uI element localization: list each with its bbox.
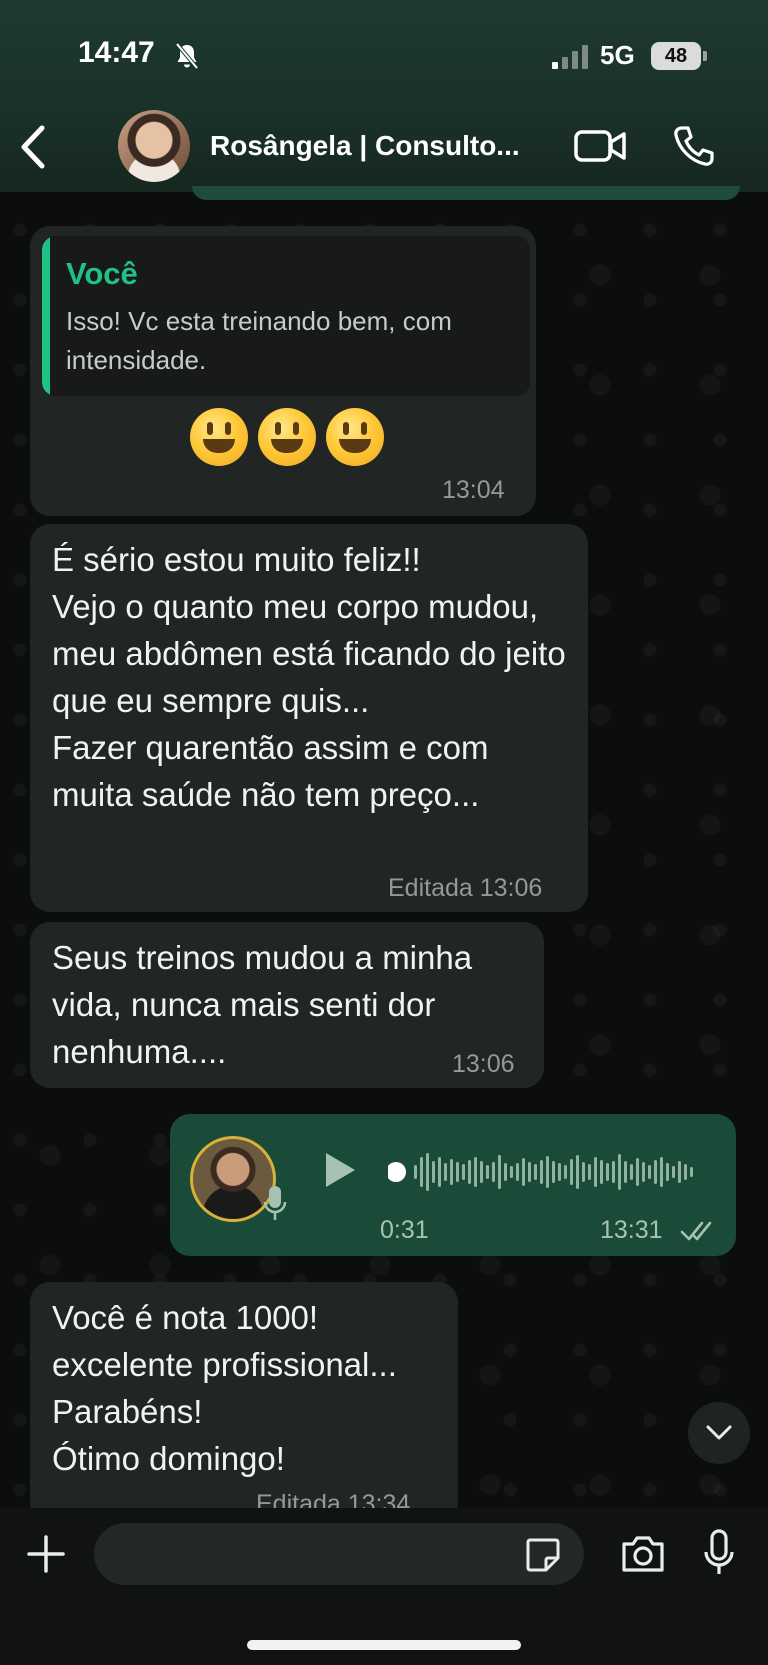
audio-waveform[interactable]	[388, 1142, 708, 1202]
waveform-bar	[462, 1164, 465, 1180]
double-check-icon	[680, 1221, 712, 1241]
waveform-bar	[552, 1161, 555, 1183]
waveform-bar	[426, 1153, 429, 1191]
message-time: 13:04	[442, 476, 505, 504]
waveform-bar	[684, 1164, 687, 1180]
quoted-message[interactable]: Você Isso! Vc esta treinando bem, com in…	[42, 236, 530, 396]
status-time: 14:47	[78, 36, 155, 69]
waveform-bar	[534, 1164, 537, 1180]
waveform-bar	[642, 1162, 645, 1182]
waveform-bar	[636, 1158, 639, 1186]
waveform-bar	[654, 1160, 657, 1184]
grinning-face-emoji	[326, 408, 384, 466]
waveform-bar	[450, 1159, 453, 1185]
plus-icon[interactable]	[26, 1534, 66, 1574]
waveform-bar	[600, 1160, 603, 1184]
waveform-bar	[444, 1163, 447, 1181]
contact-avatar[interactable]	[118, 110, 190, 182]
quote-accent-bar	[42, 236, 50, 396]
waveform-bar	[480, 1161, 483, 1183]
message-text: Você é nota 1000! excelente profissional…	[52, 1299, 397, 1477]
waveform-bar	[492, 1162, 495, 1182]
waveform-bar	[624, 1161, 627, 1183]
previous-message-edge	[192, 186, 740, 200]
grinning-face-emoji	[258, 408, 316, 466]
back-icon[interactable]	[14, 120, 54, 174]
quote-author: Você	[66, 256, 138, 291]
waveform-bar	[594, 1157, 597, 1187]
waveform-bar	[606, 1163, 609, 1181]
waveform-bar	[528, 1162, 531, 1182]
contact-name[interactable]: Rosângela | Consulto...	[210, 130, 520, 162]
waveform-bar	[498, 1155, 501, 1189]
camera-icon[interactable]	[620, 1534, 666, 1574]
waveform-bar	[582, 1162, 585, 1182]
waveform-bar	[432, 1161, 435, 1183]
waveform-bar	[660, 1157, 663, 1187]
waveform-bar	[510, 1166, 513, 1178]
signal-icon	[552, 45, 588, 69]
waveform-bar	[588, 1164, 591, 1180]
message-bubble[interactable]: É sério estou muito feliz!! Vejo o quant…	[30, 524, 588, 912]
waveform-bar	[504, 1163, 507, 1181]
quote-text: Isso! Vc esta treinando bem, com intensi…	[66, 306, 452, 375]
waveform-bar	[558, 1163, 561, 1181]
waveform-bar	[618, 1154, 621, 1190]
scroll-to-bottom-button[interactable]	[688, 1402, 750, 1464]
waveform-bar	[414, 1165, 417, 1179]
waveform-bar	[678, 1161, 681, 1183]
waveform-bar	[690, 1167, 693, 1177]
microphone-icon[interactable]	[702, 1528, 736, 1578]
bell-slash-icon	[175, 42, 199, 70]
message-meta: Editada 13:06	[388, 874, 543, 902]
waveform-bar	[672, 1166, 675, 1178]
waveform-bar	[474, 1157, 477, 1187]
message-bubble[interactable]: Você é nota 1000! excelente profissional…	[30, 1282, 458, 1522]
phone-call-icon[interactable]	[672, 124, 716, 168]
waveform-bar	[540, 1160, 543, 1184]
waveform-bar	[516, 1163, 519, 1181]
waveform-bar	[420, 1157, 423, 1187]
video-call-icon[interactable]	[574, 126, 626, 166]
network-type: 5G	[600, 40, 635, 70]
waveform-bar	[612, 1161, 615, 1183]
play-icon[interactable]	[322, 1150, 358, 1190]
waveform-bar	[570, 1159, 573, 1185]
waveform-bar	[564, 1165, 567, 1179]
waveform-bar	[456, 1162, 459, 1182]
waveform-bar	[438, 1157, 441, 1187]
waveform-bar	[486, 1165, 489, 1179]
waveform-bar	[666, 1163, 669, 1181]
waveform-bar	[522, 1158, 525, 1186]
message-time: 13:31	[600, 1216, 663, 1244]
waveform-bar	[648, 1165, 651, 1179]
battery-tip	[703, 51, 707, 61]
grinning-face-emoji	[190, 408, 248, 466]
waveform-bar	[630, 1164, 633, 1180]
chat-header: 14:47 5G 48 Rosângela | Consulto...	[0, 0, 768, 192]
home-indicator	[247, 1640, 521, 1650]
message-time: 13:06	[452, 1050, 515, 1078]
battery-level: 48	[651, 42, 701, 70]
waveform-bar	[546, 1156, 549, 1188]
message-input[interactable]	[94, 1523, 584, 1585]
sticker-icon[interactable]	[524, 1536, 562, 1574]
chevron-down-icon	[706, 1425, 732, 1440]
waveform-bar	[576, 1155, 579, 1189]
mic-icon	[263, 1186, 287, 1220]
emoji-reply	[190, 408, 384, 466]
voice-duration: 0:31	[380, 1216, 429, 1244]
message-text: É sério estou muito feliz!! Vejo o quant…	[52, 541, 566, 813]
waveform-bar	[468, 1160, 471, 1184]
